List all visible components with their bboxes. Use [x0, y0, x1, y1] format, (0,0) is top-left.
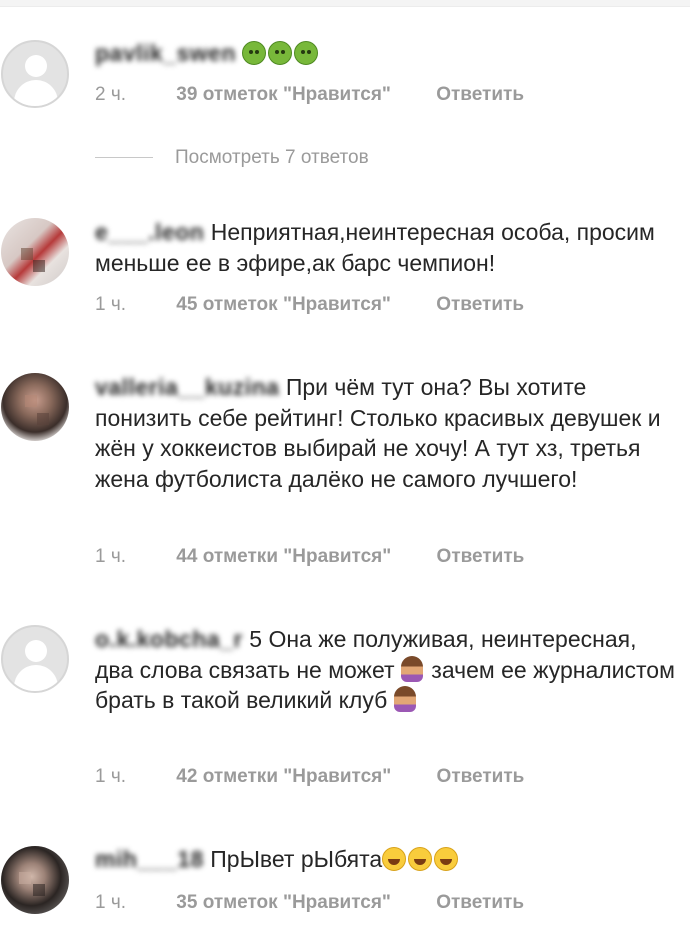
- default-avatar-icon: [25, 640, 47, 662]
- comment-body: valleria__kuzina При чём тут она? Вы хот…: [95, 372, 676, 494]
- view-replies-button[interactable]: Посмотреть 7 ответов: [95, 147, 369, 175]
- reply-button[interactable]: Ответить: [437, 546, 525, 568]
- avatar[interactable]: [1, 846, 69, 914]
- comment-meta: 2 ч. 39 отметок "Нравится" Ответить: [95, 84, 524, 106]
- comment-body: pavlik_swen: [95, 38, 676, 69]
- avatar[interactable]: [1, 373, 69, 441]
- top-divider: [0, 0, 690, 7]
- reply-button[interactable]: Ответить: [437, 766, 525, 788]
- comment-time: 1 ч.: [95, 546, 127, 567]
- likes-count[interactable]: 35 отметок "Нравится": [176, 892, 391, 914]
- laughing-emoji-icon: [382, 847, 407, 871]
- comment-time: 1 ч.: [95, 892, 127, 913]
- comment-time: 1 ч.: [95, 766, 127, 787]
- avatar[interactable]: [1, 625, 69, 693]
- facepalm-emoji-icon: [393, 686, 416, 712]
- likes-count[interactable]: 39 отметок "Нравится": [176, 84, 391, 106]
- replies-divider: [95, 157, 153, 159]
- sick-face-emoji-icon: [242, 41, 267, 65]
- sick-face-emoji-icon: [294, 41, 319, 65]
- default-avatar-icon: [25, 55, 47, 77]
- sick-face-emoji-icon: [268, 41, 293, 65]
- likes-count[interactable]: 42 отметки "Нравится": [176, 766, 391, 788]
- laughing-emoji-icon: [408, 847, 433, 871]
- comment-meta: 1 ч. 44 отметки "Нравится" Ответить: [95, 546, 524, 568]
- comment-body: mih___18 ПрЫвет рЫбята: [95, 844, 676, 875]
- comment-username[interactable]: pavlik_swen: [95, 38, 236, 69]
- comment-time: 1 ч.: [95, 294, 127, 315]
- comment-username[interactable]: mih___18: [95, 844, 204, 875]
- comment-text: ПрЫвет рЫбята: [210, 846, 383, 872]
- avatar[interactable]: [1, 218, 69, 286]
- reply-button[interactable]: Ответить: [436, 84, 524, 106]
- comment-body: o.k.kobcha_r 5 Она же полуживая, неинтер…: [95, 624, 676, 716]
- comment-username[interactable]: e___.leon: [95, 217, 204, 248]
- reply-button[interactable]: Ответить: [436, 892, 524, 914]
- likes-count[interactable]: 44 отметки "Нравится": [176, 546, 391, 568]
- view-replies-label: Посмотреть 7 ответов: [175, 147, 369, 168]
- comment-meta: 1 ч. 45 отметок "Нравится" Ответить: [95, 294, 524, 316]
- comment-username[interactable]: valleria__kuzina: [95, 372, 279, 403]
- facepalm-emoji-icon: [400, 655, 423, 682]
- comment-username[interactable]: o.k.kobcha_r: [95, 624, 243, 655]
- avatar[interactable]: [1, 40, 69, 108]
- comment-time: 2 ч.: [95, 84, 127, 105]
- reply-button[interactable]: Ответить: [436, 294, 524, 316]
- laughing-emoji-icon: [434, 847, 459, 871]
- comment-body: e___.leon Неприятная,неинтересная особа,…: [95, 217, 676, 278]
- comment-meta: 1 ч. 35 отметок "Нравится" Ответить: [95, 892, 524, 914]
- comment-meta: 1 ч. 42 отметки "Нравится" Ответить: [95, 766, 524, 788]
- likes-count[interactable]: 45 отметок "Нравится": [176, 294, 391, 316]
